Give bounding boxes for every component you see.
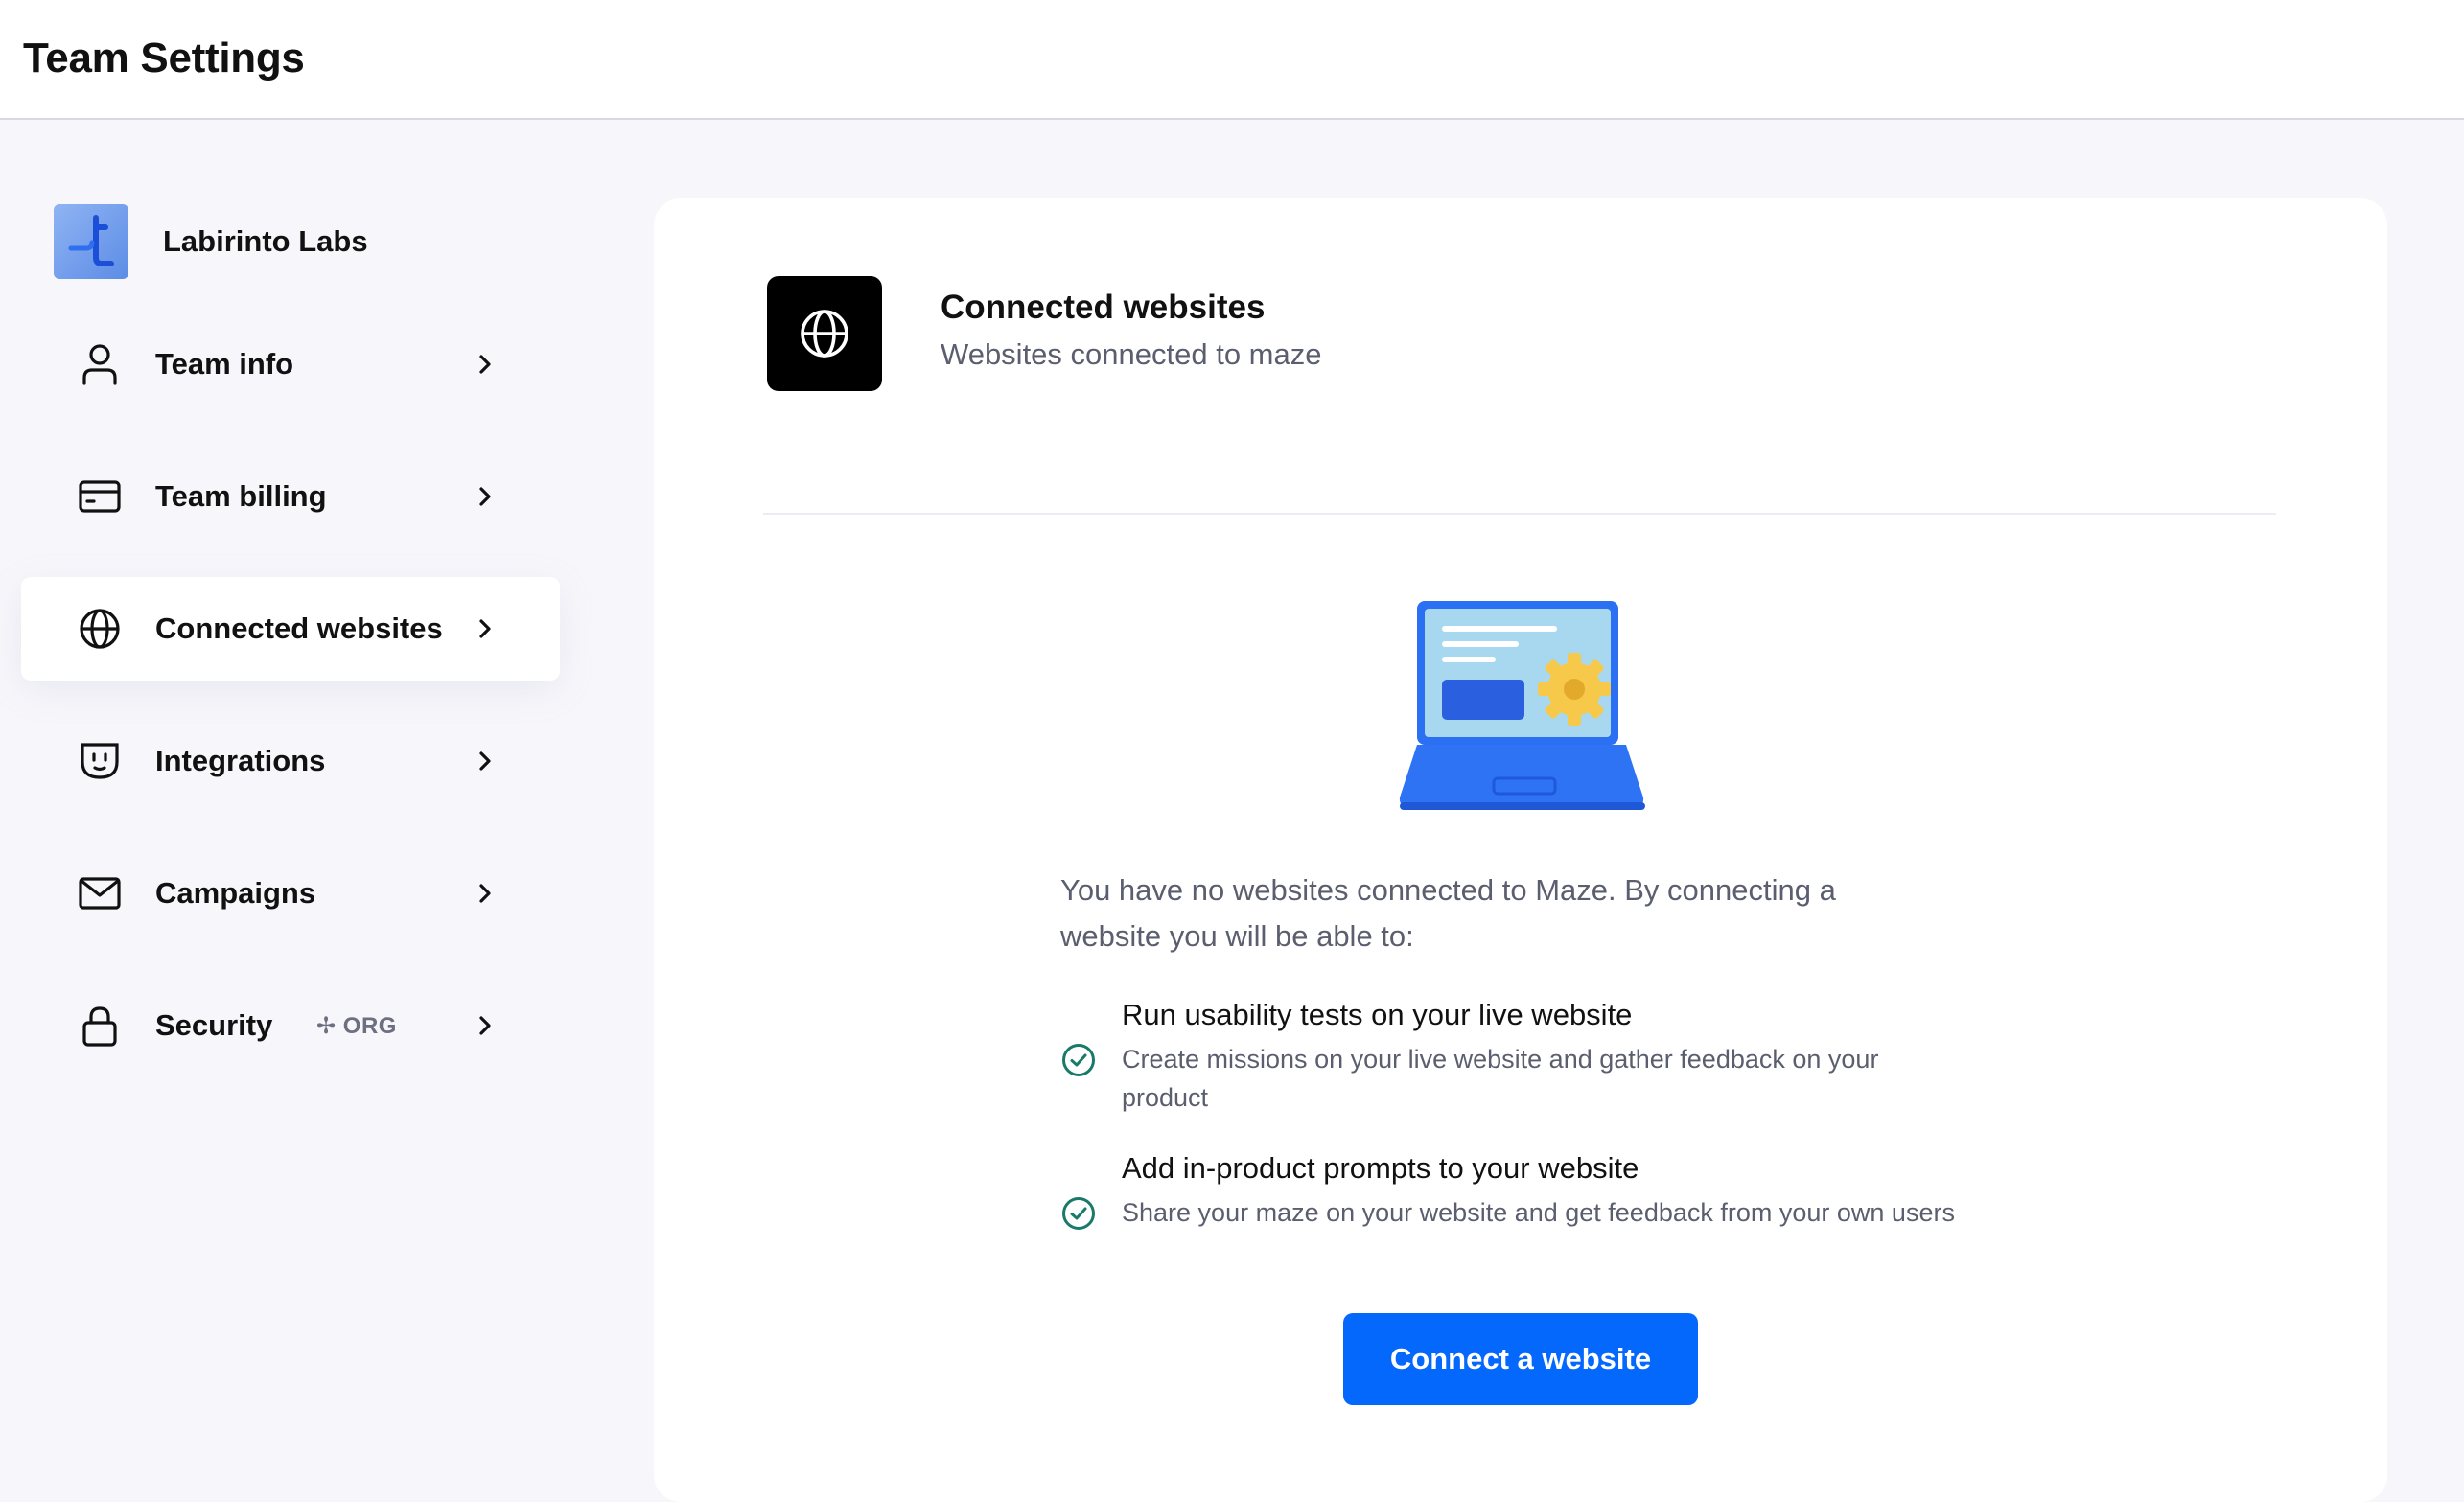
globe-icon — [79, 608, 121, 650]
org-badge: ✢ ORG — [316, 1012, 397, 1039]
sidebar-item-team-billing[interactable]: Team billing — [21, 445, 560, 548]
team-name: Labirinto Labs — [163, 224, 368, 258]
team-header: Labirinto Labs — [54, 204, 368, 279]
sidebar-item-label: Team info — [155, 347, 294, 381]
user-icon — [79, 343, 121, 385]
feature-description: Share your maze on your website and get … — [1122, 1198, 1955, 1227]
sidebar-item-integrations[interactable]: Integrations — [21, 709, 560, 813]
sidebar-item-security[interactable]: Security ✢ ORG — [21, 974, 560, 1077]
chevron-right-icon — [472, 483, 499, 510]
check-circle-icon — [1060, 1042, 1097, 1078]
feature-title: Add in-product prompts to your website — [1122, 1151, 1639, 1185]
sidebar-item-label: Campaigns — [155, 876, 316, 910]
section-title: Connected websites — [941, 289, 1266, 326]
mail-icon — [79, 872, 121, 914]
top-bar: Team Settings — [0, 0, 2464, 120]
chevron-right-icon — [472, 1012, 499, 1039]
divider — [763, 513, 2276, 515]
sidebar-item-label: Security — [155, 1008, 273, 1042]
sidebar-item-label: Integrations — [155, 744, 326, 777]
credit-card-icon — [79, 475, 121, 518]
maze-logo-icon — [54, 204, 128, 279]
chevron-right-icon — [472, 615, 499, 642]
section-subtitle: Websites connected to maze — [941, 337, 1322, 371]
sidebar-item-team-info[interactable]: Team info — [21, 312, 560, 416]
chevron-right-icon — [472, 748, 499, 774]
lock-icon — [79, 1005, 121, 1047]
connect-website-button[interactable]: Connect a website — [1343, 1313, 1698, 1405]
sparkle-icon: ✢ — [316, 1012, 343, 1039]
settings-sidebar: Labirinto Labs Team info Team billing Co… — [0, 122, 614, 1472]
laptop-illustration-icon — [1398, 601, 1647, 831]
check-circle-icon — [1060, 1195, 1097, 1232]
chevron-right-icon — [472, 351, 499, 378]
feature-description: Create missions on your live website and… — [1122, 1045, 1879, 1112]
page-title: Team Settings — [23, 35, 305, 81]
chevron-right-icon — [472, 880, 499, 907]
connected-websites-card: Connected websites Websites connected to… — [654, 198, 2387, 1502]
empty-state-intro: You have no websites connected to Maze. … — [1060, 873, 1836, 953]
plug-icon — [79, 740, 121, 782]
sidebar-item-connected-websites[interactable]: Connected websites — [21, 577, 560, 681]
sidebar-item-label: Team billing — [155, 479, 327, 513]
feature-title: Run usability tests on your live website — [1122, 998, 1633, 1031]
globe-icon — [767, 276, 882, 391]
sidebar-item-campaigns[interactable]: Campaigns — [21, 842, 560, 945]
sidebar-item-label: Connected websites — [155, 612, 443, 645]
